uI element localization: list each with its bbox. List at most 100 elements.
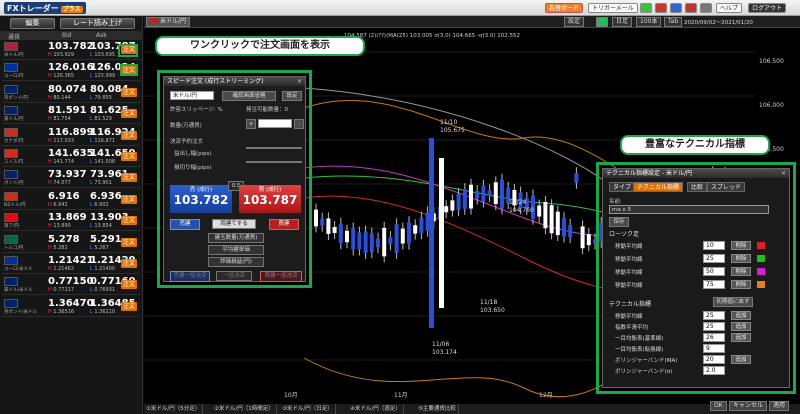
rate-row[interactable]: 豪ドル/米ドル 0.77150 0.77160 H 0.77217 L 0.76…: [2, 275, 141, 296]
mail-icon[interactable]: [670, 3, 682, 13]
bid-price[interactable]: 73.937: [48, 169, 87, 180]
board-button[interactable]: 為替ボード: [545, 3, 584, 13]
add-button[interactable]: 追加: [731, 311, 751, 320]
color-swatch[interactable]: [757, 268, 765, 275]
video-icon[interactable]: [655, 3, 667, 13]
sell-bulk-settle-button[interactable]: 売建一括決済: [170, 271, 210, 282]
quantity-input[interactable]: [258, 119, 292, 128]
trigger-mail-button[interactable]: トリガーメール: [588, 3, 638, 13]
order-button[interactable]: 注文: [121, 237, 137, 247]
bid-price[interactable]: 116.899: [48, 127, 94, 138]
edit-button[interactable]: 編集: [10, 18, 55, 29]
sell-button[interactable]: 売 (成行) 103.782: [170, 185, 232, 213]
chart-tab[interactable]: ②米ドル/円（1時間足）: [212, 404, 277, 414]
rate-row[interactable]: NZドル/円 6.916 6.936 H 6.942 L 6.902 注文: [2, 190, 141, 210]
name-input[interactable]: ma x 5: [609, 205, 769, 214]
delete-button[interactable]: 削除: [731, 267, 751, 276]
tab-compare[interactable]: 比較: [687, 182, 708, 192]
delete-button[interactable]: 削除: [731, 241, 751, 250]
order-button[interactable]: 注文: [121, 87, 137, 97]
color-swatch[interactable]: [757, 255, 765, 262]
order-button[interactable]: 注文: [121, 130, 137, 140]
rate-row[interactable]: 南ア/円 13.869 13.903 H 13.890 L 13.854 注文: [2, 211, 141, 232]
order-button[interactable]: 注文: [121, 109, 137, 119]
help-button[interactable]: ヘルプ: [716, 3, 743, 13]
bulk-settle-button[interactable]: 一括決済: [216, 271, 252, 281]
rate-row[interactable]: 英ポンド/円 80.074 80.084 H 80.144 L 79.855 注…: [2, 83, 141, 103]
rate-row[interactable]: ユーロ/米ドル 1.21421 1.21429 H 1.21462 L 1.21…: [2, 254, 141, 274]
indicator-param-input[interactable]: 20: [703, 355, 725, 364]
ma-period-input[interactable]: 25: [703, 254, 725, 263]
tab-button[interactable]: Tab: [664, 17, 683, 27]
bid-price[interactable]: 80.074: [48, 84, 87, 95]
order-button[interactable]: 注文: [121, 152, 137, 161]
order-button[interactable]: 注文: [121, 173, 137, 183]
bid-price[interactable]: 1.21421: [48, 255, 94, 266]
indicator-param-input[interactable]: 25: [703, 322, 725, 331]
ok-button[interactable]: OK: [710, 401, 727, 411]
buy-button[interactable]: 買 (成行) 103.787: [239, 185, 301, 213]
apply-button[interactable]: 適用: [769, 401, 790, 411]
indicator-param-input[interactable]: 25: [703, 311, 725, 320]
chart-tab[interactable]: ④米ドル/円（週足）: [348, 404, 404, 414]
order-button[interactable]: 注文: [121, 301, 137, 311]
timeframe-select[interactable]: 日足: [612, 17, 633, 27]
chart-settings-button[interactable]: 設定: [564, 17, 585, 27]
order-settings-button[interactable]: 設定: [282, 91, 302, 101]
qty-minus-button[interactable]: -: [294, 119, 304, 129]
delete-button[interactable]: 削除: [731, 254, 751, 263]
color-swatch[interactable]: [757, 242, 765, 249]
add-button[interactable]: 追加: [731, 322, 751, 331]
rate-row[interactable]: トルコ/円 5.278 5.291 H 5.282 L 5.267 注文: [2, 233, 141, 253]
ask-price[interactable]: 6.936: [90, 191, 122, 202]
loss-checkbox[interactable]: 損切り幅(pips): [174, 163, 212, 171]
close-icon[interactable]: ×: [297, 77, 302, 86]
profit-input[interactable]: [246, 147, 302, 149]
chart-tab[interactable]: ⑤主要通貨比較: [416, 404, 459, 414]
ask-price[interactable]: 5.291: [90, 234, 122, 245]
rate-row[interactable]: 英ポンド/米ドル 1.36470 1.36485 H 1.36516 L 1.3…: [2, 297, 141, 317]
tab-type[interactable]: タイプ: [609, 182, 636, 192]
sell-position-button[interactable]: 売建: [170, 219, 200, 230]
bid-price[interactable]: 141.635: [48, 148, 94, 159]
chart-pair-tab[interactable]: 米ドル/円: [146, 17, 191, 27]
close-icon[interactable]: ×: [781, 169, 786, 178]
bid-price[interactable]: 6.916: [48, 191, 80, 202]
cancel-button[interactable]: キャンセル: [729, 401, 768, 411]
bar-count-select[interactable]: 100本: [636, 17, 662, 27]
rate-row[interactable]: カナダ/円 116.899 116.924 H 117.033 L 116.87…: [2, 126, 141, 146]
rate-read-button[interactable]: レート読み上げ: [60, 18, 135, 29]
delete-button[interactable]: 削除: [731, 280, 751, 289]
order-button[interactable]: 注文: [121, 280, 137, 290]
bid-price[interactable]: 81.591: [48, 105, 87, 116]
loss-input[interactable]: [246, 161, 302, 163]
news-icon[interactable]: [685, 3, 697, 13]
profit-checkbox[interactable]: 益出し幅(pips): [174, 149, 212, 157]
tab-technical[interactable]: テクニカル指標: [633, 182, 684, 192]
add-button[interactable]: 追加: [731, 333, 751, 342]
add-button[interactable]: 追加: [731, 355, 751, 364]
ma-period-input[interactable]: 50: [703, 267, 725, 276]
save-button[interactable]: 保存: [609, 217, 629, 227]
color-swatch[interactable]: [757, 281, 765, 288]
buy-position-button[interactable]: 買建: [269, 219, 299, 230]
bid-price[interactable]: 126.016: [48, 62, 94, 73]
order-button[interactable]: 注文: [121, 259, 137, 268]
rate-row[interactable]: 豪ドル/円 81.591 81.625 H 81.754 L 81.529 注文: [2, 104, 141, 125]
ma-period-input[interactable]: 75: [703, 280, 725, 289]
chart-tab[interactable]: ③米ドル/円（日足）: [280, 404, 336, 414]
indicator-param-input[interactable]: 26: [703, 333, 725, 342]
rate-row[interactable]: スイス/円 141.635 141.659 H 141.774 L 141.50…: [2, 147, 141, 167]
pair-select[interactable]: 米ドル/円: [170, 91, 214, 100]
buy-bulk-settle-button[interactable]: 買建一括決済: [260, 271, 302, 282]
ma-period-input[interactable]: 10: [703, 241, 725, 250]
chart-toggle-icon[interactable]: [596, 17, 608, 27]
bid-price[interactable]: 1.36470: [48, 298, 94, 309]
line-icon[interactable]: [640, 3, 652, 13]
order-button[interactable]: 注文: [121, 194, 137, 204]
calendar-icon[interactable]: [700, 3, 712, 13]
confirm-skip-checkbox[interactable]: 確認画面省略: [222, 91, 276, 101]
chart-tab[interactable]: ①米ドル/円（5分足）: [144, 404, 204, 414]
reset-button[interactable]: 初期値に戻す: [713, 297, 753, 307]
tab-spread[interactable]: スプレッド: [707, 182, 746, 192]
